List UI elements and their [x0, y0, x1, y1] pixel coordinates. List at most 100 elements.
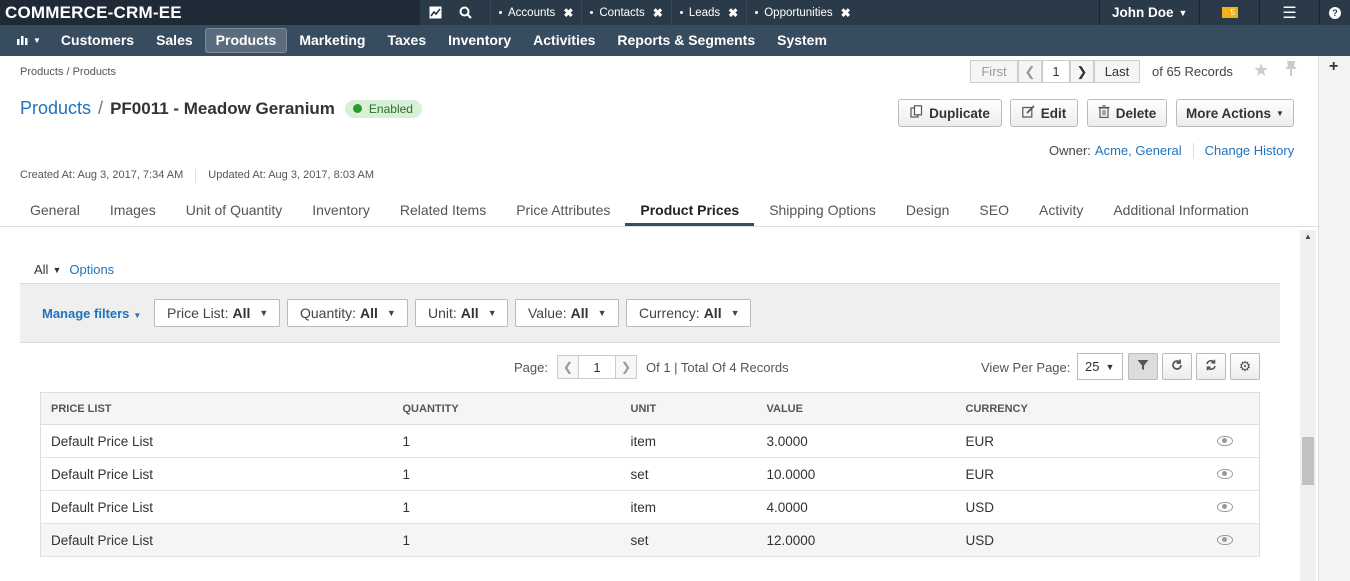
topbar-right: John Doe ▼ 5 ☰ ? — [1099, 0, 1350, 25]
pinned-tab-contacts[interactable]: Contacts ✖ — [581, 0, 670, 25]
nav-inventory[interactable]: Inventory — [438, 28, 521, 53]
pinned-tab-accounts[interactable]: Accounts ✖ — [490, 0, 581, 25]
record-pager: First ❮ 1 ❯ Last — [970, 60, 1140, 83]
tab-general[interactable]: General — [15, 196, 95, 226]
manage-filters-label: Manage filters — [42, 306, 130, 321]
table-row[interactable]: Default Price List 1 item 3.0000 EUR — [40, 424, 1260, 458]
column-header-currency[interactable]: CURRENCY — [955, 392, 1156, 425]
manage-filters-button[interactable]: Manage filters ▼ — [42, 306, 141, 321]
duplicate-button[interactable]: Duplicate — [898, 99, 1002, 127]
search-icon[interactable] — [450, 0, 480, 25]
record-number[interactable]: 1 — [1042, 60, 1070, 83]
pinned-tab-leads[interactable]: Leads ✖ — [670, 0, 746, 25]
prev-record-button[interactable]: ❮ — [1018, 60, 1042, 83]
mail-button[interactable]: 5 — [1199, 0, 1259, 25]
tab-shipping-options[interactable]: Shipping Options — [754, 196, 891, 226]
nav-system[interactable]: System — [767, 28, 837, 53]
delete-button[interactable]: Delete — [1087, 99, 1167, 127]
filter-toggle-button[interactable] — [1128, 353, 1158, 380]
close-icon[interactable]: ✖ — [563, 6, 573, 20]
tab-unit-of-quantity[interactable]: Unit of Quantity — [171, 196, 298, 226]
dashboard-icon[interactable] — [420, 0, 450, 25]
cell-price-list: Default Price List — [40, 424, 393, 458]
cell-value: 12.0000 — [756, 523, 956, 557]
tab-price-attributes[interactable]: Price Attributes — [501, 196, 625, 226]
caret-down-icon[interactable]: ▼ — [52, 262, 61, 278]
pinned-tab-opportunities[interactable]: Opportunities ✖ — [746, 0, 858, 25]
change-history-link[interactable]: Change History — [1205, 143, 1295, 159]
pin-icon[interactable] — [1284, 60, 1298, 81]
column-header-value[interactable]: VALUE — [756, 392, 956, 425]
pinned-tab-label: Accounts — [508, 6, 556, 19]
funnel-icon — [1137, 359, 1149, 374]
nav-products[interactable]: Products — [204, 28, 288, 53]
user-menu[interactable]: John Doe ▼ — [1099, 0, 1199, 25]
tab-design[interactable]: Design — [891, 196, 965, 226]
prev-page-button[interactable]: ❮ — [556, 355, 579, 379]
filter-price-list[interactable]: Price List: All ▼ — [154, 299, 280, 327]
dashboard-menu[interactable]: ▼ — [10, 34, 47, 48]
top-bar: COMMERCE-CRM-EE Accounts ✖ Contacts ✖ Lead… — [0, 0, 1350, 25]
close-icon[interactable]: ✖ — [841, 6, 851, 20]
table-row[interactable]: Default Price List 1 set 12.0000 USD — [40, 523, 1260, 557]
status-dot-icon — [352, 104, 362, 113]
refresh-button[interactable] — [1162, 353, 1192, 380]
scroll-up-icon[interactable]: ▲ — [1304, 232, 1312, 241]
tab-inventory[interactable]: Inventory — [297, 196, 385, 226]
cell-value: 4.0000 — [756, 490, 956, 524]
reset-button[interactable] — [1196, 353, 1226, 380]
nav-reports-segments[interactable]: Reports & Segments — [607, 28, 765, 53]
edit-button[interactable]: Edit — [1010, 99, 1078, 127]
tab-additional-information[interactable]: Additional Information — [1098, 196, 1263, 226]
nav-activities[interactable]: Activities — [523, 28, 605, 53]
grid-view-selector[interactable]: All — [34, 262, 48, 278]
filter-unit[interactable]: Unit: All ▼ — [415, 299, 508, 327]
nav-sales[interactable]: Sales — [146, 28, 203, 53]
scrollbar-thumb[interactable] — [1302, 437, 1314, 485]
plus-icon[interactable]: + — [1329, 58, 1338, 76]
tab-seo[interactable]: SEO — [964, 196, 1024, 226]
next-page-button[interactable]: ❯ — [614, 355, 637, 379]
grid-options-link[interactable]: Options — [69, 262, 114, 278]
more-actions-button[interactable]: More Actions ▼ — [1176, 99, 1294, 127]
last-record-button[interactable]: Last — [1094, 60, 1140, 83]
eye-icon[interactable] — [1217, 468, 1233, 479]
products-link[interactable]: Products — [20, 98, 91, 119]
scrollbar[interactable] — [1300, 230, 1316, 581]
filter-quantity[interactable]: Quantity: All ▼ — [287, 299, 408, 327]
filter-value[interactable]: Value: All ▼ — [515, 299, 619, 327]
nav-marketing[interactable]: Marketing — [289, 28, 375, 53]
trash-icon — [1098, 105, 1110, 121]
eye-icon[interactable] — [1217, 534, 1233, 545]
eye-icon[interactable] — [1217, 501, 1233, 512]
table-row[interactable]: Default Price List 1 item 4.0000 USD — [40, 490, 1260, 524]
grid-settings-button[interactable]: ⚙ — [1230, 353, 1260, 380]
column-header-unit[interactable]: UNIT — [620, 392, 757, 425]
per-page-select[interactable]: 25 ▼ — [1077, 353, 1123, 380]
star-icon[interactable]: ★ — [1253, 60, 1269, 81]
column-header-price-list[interactable]: PRICE LIST — [40, 392, 393, 425]
page-label: Page: — [514, 359, 548, 375]
duplicate-label: Duplicate — [929, 105, 990, 121]
cell-quantity: 1 — [392, 424, 621, 458]
tab-related-items[interactable]: Related Items — [385, 196, 501, 226]
table-row[interactable]: Default Price List 1 set 10.0000 EUR — [40, 457, 1260, 491]
close-icon[interactable]: ✖ — [728, 6, 738, 20]
tab-images[interactable]: Images — [95, 196, 171, 226]
owner-link[interactable]: Acme, General — [1095, 143, 1182, 159]
close-icon[interactable]: ✖ — [653, 6, 663, 20]
first-record-button[interactable]: First — [970, 60, 1018, 83]
menu-button[interactable]: ☰ — [1259, 0, 1319, 25]
page-input[interactable]: 1 — [578, 355, 615, 379]
eye-icon[interactable] — [1217, 435, 1233, 446]
filter-currency[interactable]: Currency: All ▼ — [626, 299, 751, 327]
page-summary: Of 1 | Total Of 4 Records — [645, 359, 789, 375]
tab-product-prices[interactable]: Product Prices — [625, 196, 755, 226]
next-record-button[interactable]: ❯ — [1070, 60, 1094, 83]
tab-activity[interactable]: Activity — [1024, 196, 1098, 226]
column-header-quantity[interactable]: QUANTITY — [392, 392, 621, 425]
app-logo[interactable]: COMMERCE-CRM-EE — [0, 0, 420, 25]
help-button[interactable]: ? — [1319, 0, 1350, 25]
nav-taxes[interactable]: Taxes — [377, 28, 436, 53]
nav-customers[interactable]: Customers — [51, 28, 144, 53]
